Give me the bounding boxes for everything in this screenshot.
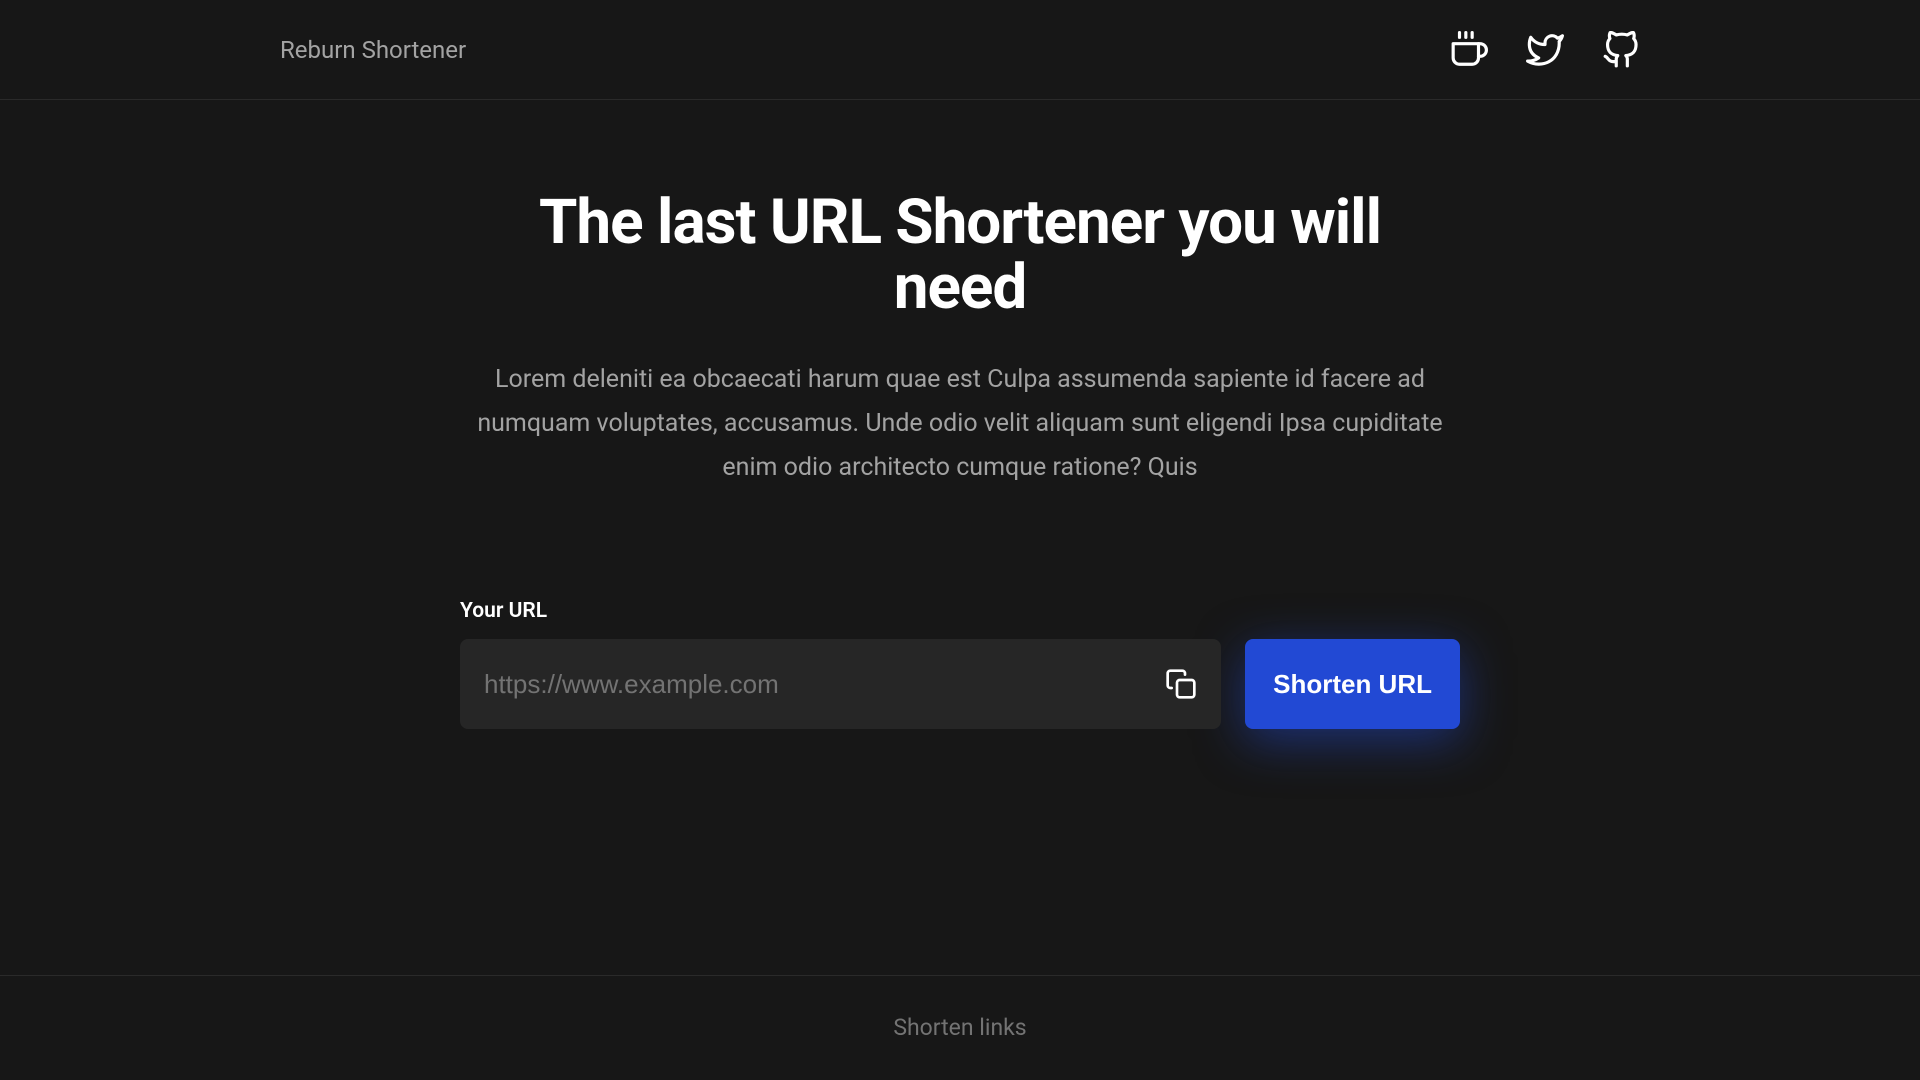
footer-text: Shorten links: [893, 1014, 1026, 1041]
twitter-icon[interactable]: [1526, 31, 1564, 69]
copy-icon[interactable]: [1165, 668, 1197, 700]
form-row: Shorten URL: [460, 639, 1460, 729]
footer: Shorten links: [0, 975, 1920, 1080]
hero-description: Lorem deleniti ea obcaecati harum quae e…: [460, 358, 1460, 489]
github-icon[interactable]: [1602, 31, 1640, 69]
shorten-button[interactable]: Shorten URL: [1245, 639, 1460, 729]
input-wrapper: [460, 639, 1221, 729]
url-input[interactable]: [460, 639, 1221, 729]
main-content: The last URL Shortener you will need Lor…: [0, 100, 1920, 975]
hero-title: The last URL Shortener you will need: [470, 190, 1450, 320]
header-icons: [1450, 31, 1640, 69]
form-section: Your URL Shorten URL: [460, 599, 1460, 729]
coffee-icon[interactable]: [1450, 31, 1488, 69]
url-input-label: Your URL: [460, 599, 1460, 623]
logo[interactable]: Reburn Shortener: [280, 36, 466, 64]
header: Reburn Shortener: [0, 0, 1920, 100]
